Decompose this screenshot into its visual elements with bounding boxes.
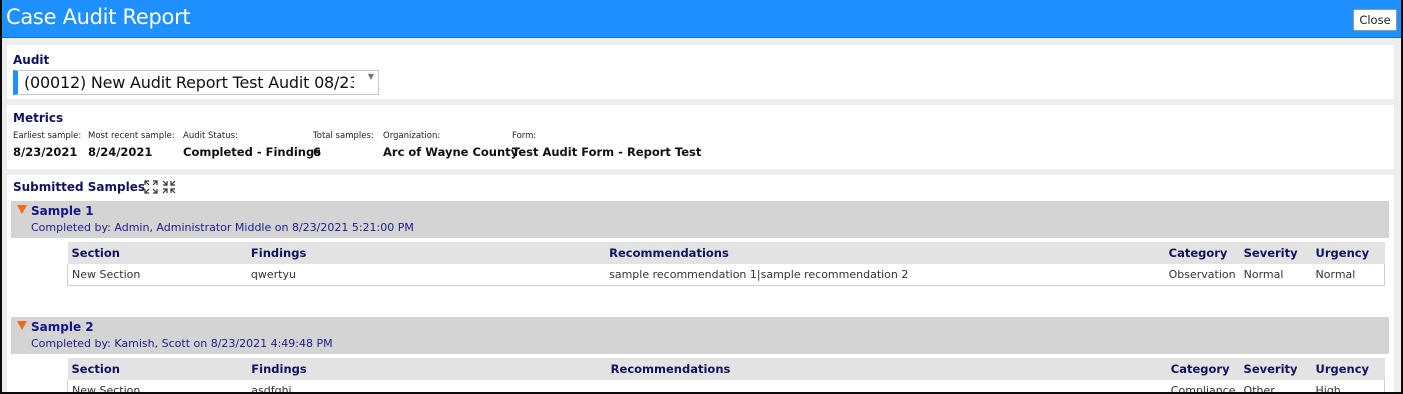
- cell-recommendations: [606, 380, 1167, 392]
- expand-all-icon[interactable]: [144, 179, 158, 194]
- metric-organization: Organization: Arc of Wayne County: [383, 131, 518, 159]
- audit-panel: Audit (00012) New Audit Report Test Audi…: [7, 45, 1394, 99]
- metric-label: Audit Status:: [183, 131, 238, 141]
- window-title: Case Audit Report: [6, 5, 191, 29]
- cell-urgency: Normal: [1311, 264, 1385, 286]
- metrics-panel: Metrics Earliest sample: 8/23/2021 Most …: [7, 105, 1394, 169]
- column-header-urgency: Urgency: [1311, 242, 1385, 264]
- column-header-recommendations: Recommendations: [606, 358, 1167, 380]
- metric-value: Completed - Findings: [183, 145, 322, 159]
- cell-findings: asdfghj: [247, 380, 607, 392]
- close-button[interactable]: Close: [1353, 9, 1397, 31]
- column-header-category: Category: [1164, 242, 1240, 264]
- cell-urgency: High: [1311, 380, 1385, 392]
- column-header-urgency: Urgency: [1311, 358, 1385, 380]
- audit-select[interactable]: (00012) New Audit Report Test Audit 08/2…: [13, 70, 379, 95]
- title-bar: Case Audit Report Close: [2, 0, 1401, 38]
- metric-form: Form: Test Audit Form - Report Test: [512, 131, 701, 159]
- column-header-severity: Severity: [1239, 358, 1312, 380]
- column-header-findings: Findings: [246, 242, 606, 264]
- metric-value: 8/24/2021: [88, 145, 153, 159]
- collapse-all-icon[interactable]: [162, 179, 176, 194]
- sample-header[interactable]: Sample 1 Completed by: Admin, Administra…: [11, 201, 1389, 238]
- metrics-heading: Metrics: [13, 111, 64, 125]
- table-row[interactable]: New Section asdfghj Compliance Other Hig…: [67, 380, 1385, 392]
- sample-completed-by: Completed by: Admin, Administrator Middl…: [31, 221, 414, 234]
- sample-name: Sample 2: [31, 320, 94, 334]
- metric-most-recent-sample: Most recent sample: 8/24/2021: [88, 131, 175, 159]
- table-header-row: Section Findings Recommendations Categor…: [67, 358, 1385, 380]
- findings-table: Section Findings Recommendations Categor…: [66, 242, 1385, 286]
- metric-label: Organization:: [383, 131, 441, 141]
- cell-category: Compliance: [1166, 380, 1240, 392]
- column-header-section: Section: [67, 242, 247, 264]
- sample-name: Sample 1: [31, 204, 94, 218]
- sample-completed-by: Completed by: Kamish, Scott on 8/23/2021…: [31, 337, 333, 350]
- column-header-severity: Severity: [1239, 242, 1312, 264]
- metric-total-samples: Total samples: 6: [313, 131, 374, 159]
- metric-value: 8/23/2021: [13, 145, 78, 159]
- sample-header[interactable]: Sample 2 Completed by: Kamish, Scott on …: [11, 317, 1389, 354]
- metric-value: Test Audit Form - Report Test: [512, 145, 702, 159]
- audit-heading: Audit: [13, 53, 50, 67]
- metric-audit-status: Audit Status: Completed - Findings: [183, 131, 321, 159]
- column-header-section: Section: [67, 358, 248, 380]
- table-header-row: Section Findings Recommendations Categor…: [67, 242, 1385, 264]
- cell-section: New Section: [66, 264, 247, 286]
- cell-section: New Section: [67, 380, 248, 392]
- submitted-samples-panel: Submitted Samples Sample 1 Completed by:…: [7, 175, 1394, 392]
- metric-value: 6: [313, 145, 322, 159]
- metric-label: Earliest sample:: [13, 131, 82, 141]
- case-audit-report-window: Case Audit Report Close Audit (00012) Ne…: [0, 0, 1403, 394]
- metric-earliest-sample: Earliest sample: 8/23/2021: [13, 131, 81, 159]
- column-header-category: Category: [1166, 358, 1240, 380]
- column-header-findings: Findings: [247, 358, 607, 380]
- submitted-samples-heading: Submitted Samples: [13, 180, 145, 194]
- metric-label: Most recent sample:: [88, 131, 175, 141]
- findings-table: Section Findings Recommendations Categor…: [67, 358, 1385, 392]
- column-header-recommendations: Recommendations: [605, 242, 1165, 264]
- metric-label: Form:: [512, 131, 537, 141]
- expanded-caret-icon: [17, 321, 27, 330]
- metric-label: Total samples:: [313, 131, 374, 141]
- table-row[interactable]: New Section qwertyu sample recommendatio…: [66, 264, 1385, 286]
- cell-severity: Other: [1239, 380, 1312, 392]
- cell-recommendations: sample recommendation 1|sample recommend…: [605, 264, 1165, 286]
- cell-findings: qwertyu: [246, 264, 606, 286]
- dropdown-arrow-icon: ▼: [367, 72, 374, 81]
- cell-severity: Normal: [1239, 264, 1312, 286]
- cell-category: Observation: [1164, 264, 1240, 286]
- audit-select-value: (00012) New Audit Report Test Audit 08/2…: [24, 73, 354, 92]
- expanded-caret-icon: [17, 205, 27, 214]
- metric-value: Arc of Wayne County: [383, 145, 519, 159]
